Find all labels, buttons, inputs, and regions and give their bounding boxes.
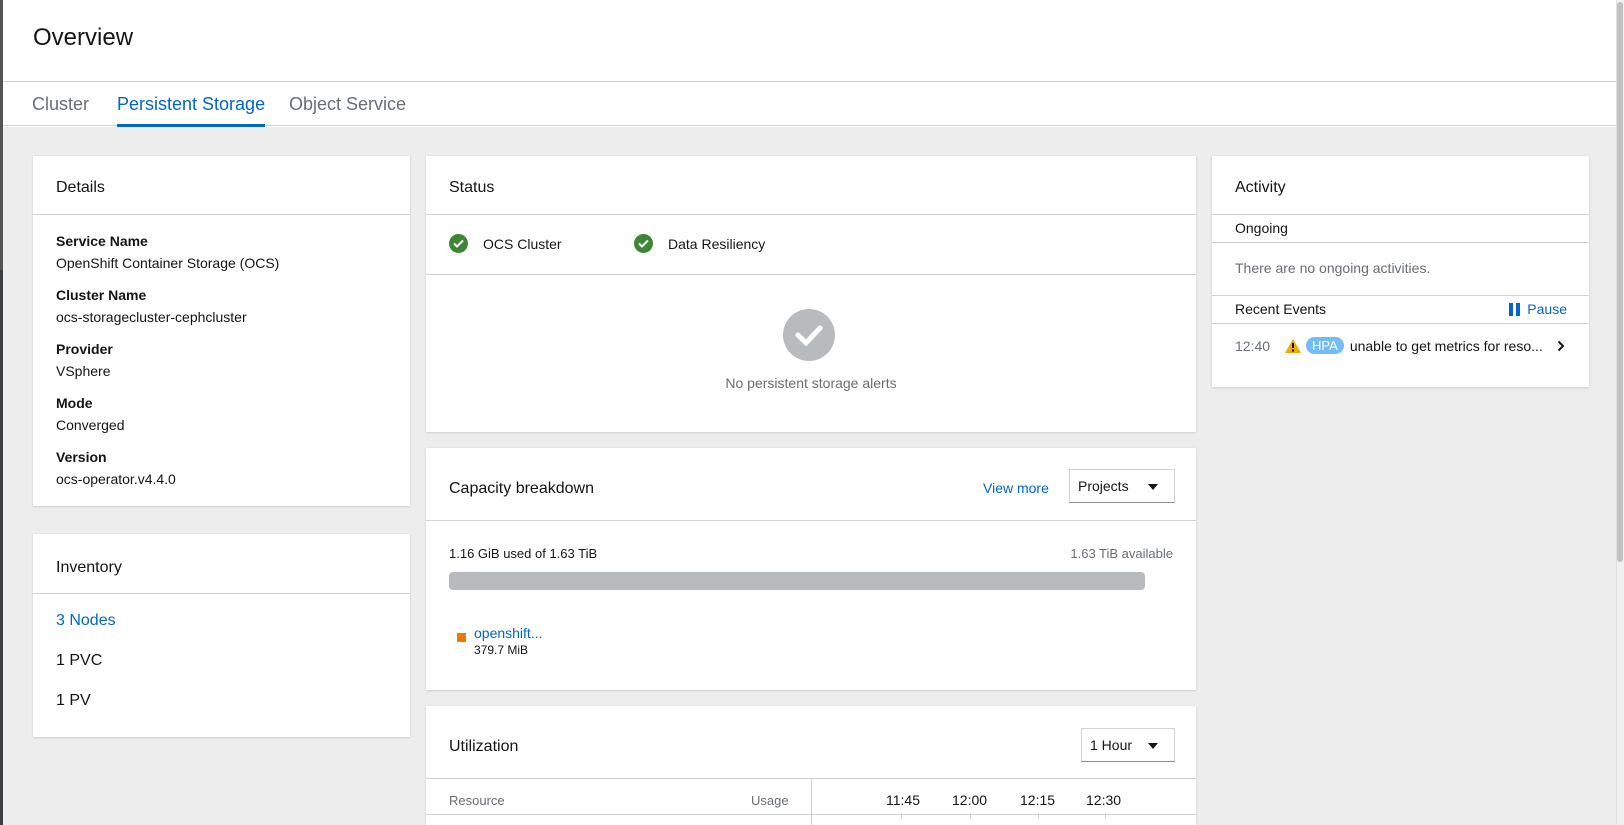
check-circle-icon bbox=[449, 234, 468, 253]
tab-object-service[interactable]: Object Service bbox=[289, 94, 406, 124]
detail-value: ocs-operator.v4.4.0 bbox=[56, 471, 176, 487]
tab-cluster[interactable]: Cluster bbox=[32, 94, 89, 124]
time-tick-label: 12:15 bbox=[1020, 792, 1056, 808]
caret-down-icon bbox=[1148, 743, 1158, 749]
scrollbar-thumb[interactable] bbox=[1617, 2, 1623, 562]
inventory-pv: 1 PV bbox=[56, 692, 91, 709]
status-label: Data Resiliency bbox=[668, 235, 766, 252]
page-header: Overview bbox=[3, 0, 1616, 82]
legend-swatch bbox=[457, 633, 466, 642]
status-data-resiliency[interactable]: Data Resiliency bbox=[634, 234, 765, 253]
pause-button[interactable]: Pause bbox=[1509, 301, 1567, 317]
details-card: Details Service Name OpenShift Container… bbox=[33, 156, 410, 506]
detail-value: ocs-storagecluster-cephcluster bbox=[56, 309, 247, 325]
details-title: Details bbox=[56, 179, 105, 196]
activity-title: Activity bbox=[1235, 179, 1286, 196]
inventory-nodes-link[interactable]: 3 Nodes bbox=[56, 612, 116, 630]
inventory-title: Inventory bbox=[56, 559, 122, 576]
inventory-card: Inventory 3 Nodes 1 PVC 1 PV bbox=[33, 534, 410, 737]
resource-badge: HPA bbox=[1306, 337, 1344, 354]
capacity-available-text: 1.63 TiB available bbox=[1070, 546, 1173, 561]
legend-project-link[interactable]: openshift... bbox=[474, 625, 543, 641]
detail-value: Converged bbox=[56, 417, 125, 433]
chevron-right-icon[interactable] bbox=[1557, 340, 1565, 352]
capacity-card: Capacity breakdown View more Projects 1.… bbox=[426, 448, 1196, 690]
caret-down-icon bbox=[1148, 484, 1158, 490]
ongoing-label: Ongoing bbox=[1235, 220, 1288, 236]
time-tick-label: 12:00 bbox=[952, 792, 988, 808]
column-header-usage: Usage bbox=[751, 793, 789, 808]
dropdown-value: 1 Hour bbox=[1090, 737, 1133, 753]
tab-persistent-storage[interactable]: Persistent Storage bbox=[117, 94, 266, 127]
tab-bar: Cluster Persistent Storage Object Servic… bbox=[3, 82, 1616, 127]
pause-icon bbox=[1509, 302, 1521, 316]
utilization-title: Utilization bbox=[449, 738, 519, 755]
pause-label: Pause bbox=[1527, 301, 1567, 317]
detail-term: Provider bbox=[56, 341, 113, 357]
column-header-resource: Resource bbox=[449, 793, 505, 808]
warning-icon bbox=[1285, 338, 1302, 353]
detail-term: Cluster Name bbox=[56, 287, 147, 303]
page-title: Overview bbox=[33, 24, 134, 51]
ongoing-empty-message: There are no ongoing activities. bbox=[1235, 260, 1431, 276]
detail-value: VSphere bbox=[56, 363, 111, 379]
legend-project-value: 379.7 MiB bbox=[474, 643, 529, 657]
vertical-scrollbar[interactable] bbox=[1616, 0, 1624, 825]
dashboard-content: Details Service Name OpenShift Container… bbox=[3, 127, 1616, 825]
detail-term: Version bbox=[56, 449, 107, 465]
status-card: Status OCS Cluster Data Resiliency No pe… bbox=[426, 156, 1196, 432]
activity-card: Activity Ongoing There are no ongoing ac… bbox=[1212, 156, 1589, 387]
utilization-card: Utilization 1 Hour Resource Usage 11:45 … bbox=[426, 706, 1196, 825]
inventory-pvc: 1 PVC bbox=[56, 652, 103, 669]
capacity-used-text: 1.16 GiB used of 1.63 TiB bbox=[449, 546, 598, 561]
time-tick-label: 11:45 bbox=[886, 792, 920, 808]
event-time: 12:40 bbox=[1235, 337, 1271, 354]
status-ocs-cluster[interactable]: OCS Cluster bbox=[449, 234, 562, 253]
capacity-bar[interactable] bbox=[449, 572, 1145, 590]
view-more-link[interactable]: View more bbox=[983, 480, 1049, 496]
time-tick-label: 12:30 bbox=[1086, 792, 1122, 808]
utilization-duration-dropdown[interactable]: 1 Hour bbox=[1081, 728, 1175, 762]
detail-term: Service Name bbox=[56, 233, 148, 249]
no-alerts-message: No persistent storage alerts bbox=[725, 375, 897, 391]
recent-events-label: Recent Events bbox=[1235, 301, 1327, 317]
event-row[interactable]: 12:40 HPA unable to get metrics for reso… bbox=[1235, 337, 1569, 354]
status-label: OCS Cluster bbox=[483, 235, 562, 252]
event-message: unable to get metrics for reso... bbox=[1349, 337, 1543, 354]
capacity-group-dropdown[interactable]: Projects bbox=[1069, 469, 1175, 503]
detail-value: OpenShift Container Storage (OCS) bbox=[56, 255, 280, 271]
dropdown-value: Projects bbox=[1078, 478, 1129, 494]
check-circle-icon bbox=[783, 309, 835, 361]
capacity-title: Capacity breakdown bbox=[449, 480, 594, 497]
detail-term: Mode bbox=[56, 395, 93, 411]
check-circle-icon bbox=[634, 234, 653, 253]
status-title: Status bbox=[449, 179, 495, 196]
